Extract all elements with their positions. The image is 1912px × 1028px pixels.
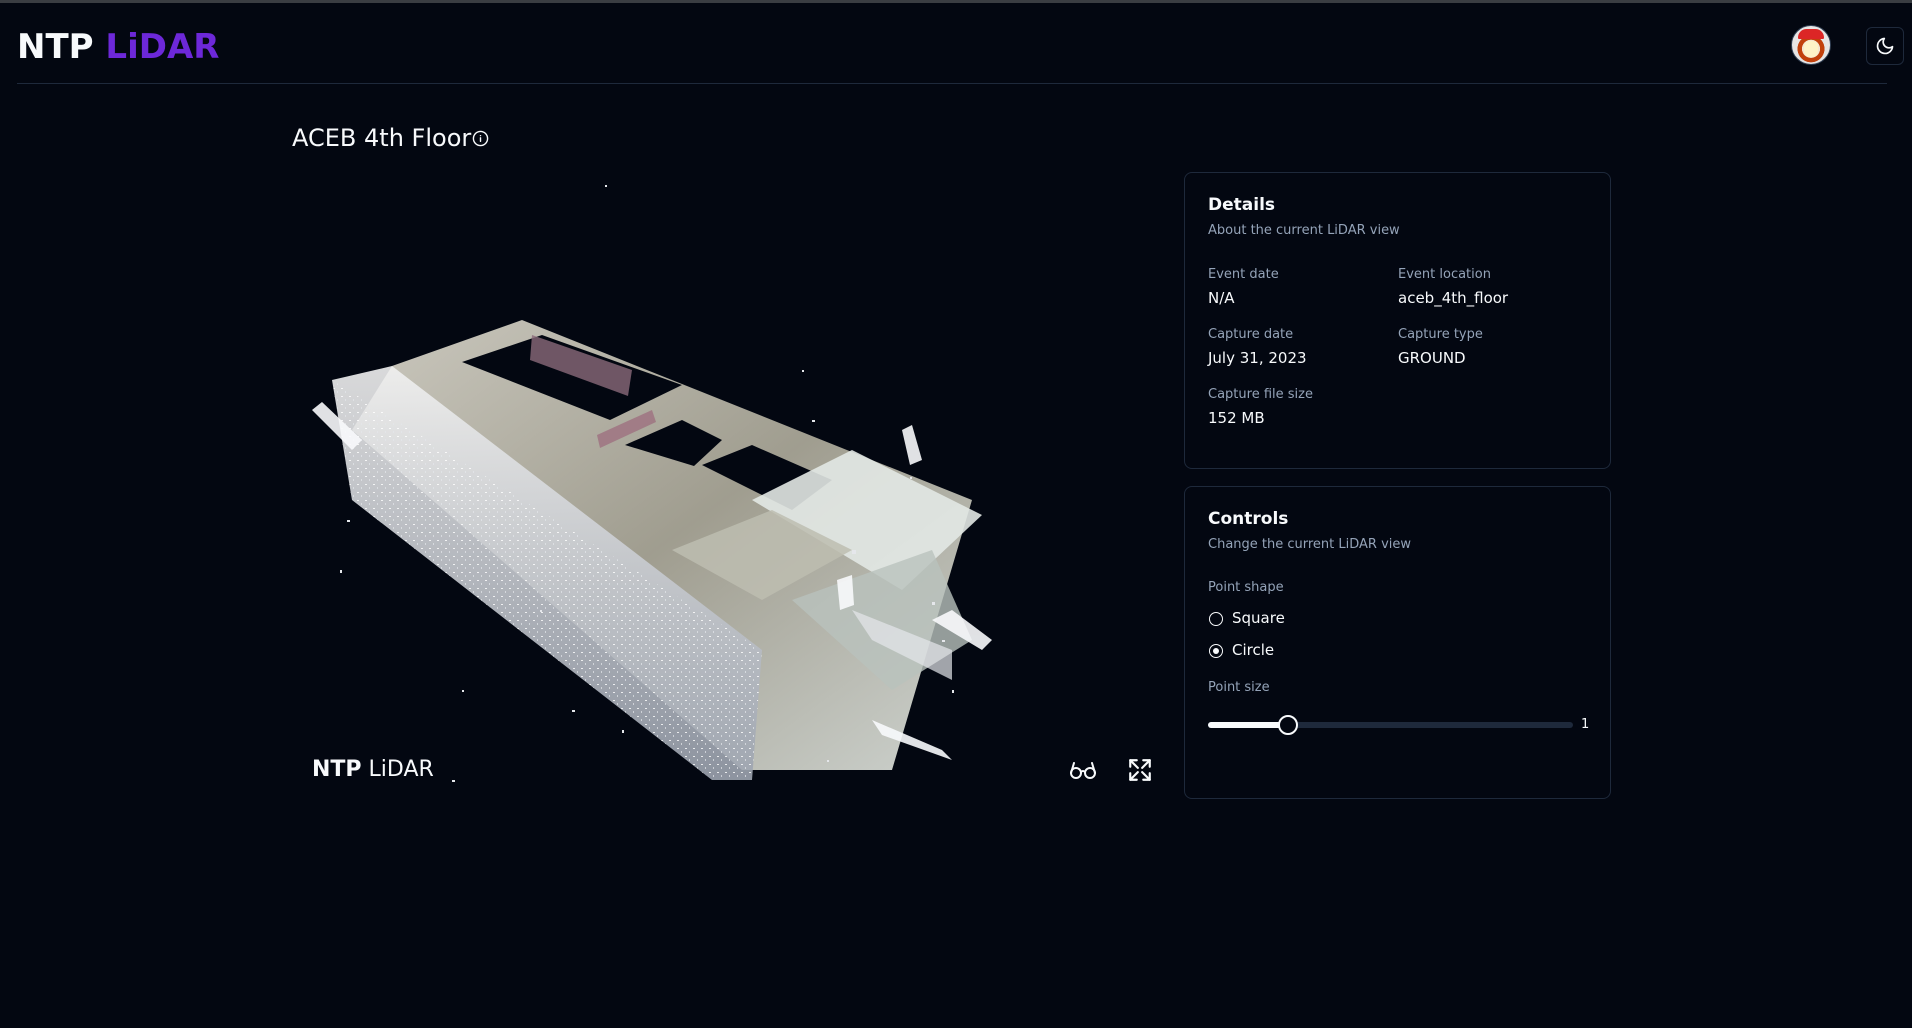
point-shape-label: Point shape [1208, 580, 1284, 595]
event-location-value: aceb_4th_floor [1398, 289, 1509, 307]
details-title: Details [1208, 195, 1276, 215]
capture-date-label: Capture date [1208, 327, 1294, 342]
capture-file-size-label: Capture file size [1208, 387, 1313, 402]
event-date-value: N/A [1208, 289, 1235, 307]
app-logo[interactable]: NTP LiDAR [17, 27, 219, 67]
viewer-watermark: NTP LiDAR [312, 757, 434, 782]
point-size-value: 1 [1581, 717, 1590, 732]
controls-card: Controls Change the current LiDAR view P… [1184, 486, 1611, 799]
logo-lidar: LiDAR [105, 27, 220, 67]
moon-icon [1876, 37, 1894, 55]
info-circle-icon[interactable] [472, 130, 489, 147]
point-size-label: Point size [1208, 680, 1270, 695]
capture-type-value: GROUND [1398, 349, 1466, 367]
expand-icon[interactable] [1127, 757, 1153, 783]
viewer-watermark-ntp: NTP [312, 757, 362, 782]
avatar[interactable] [1791, 25, 1831, 65]
capture-date-value: July 31, 2023 [1208, 349, 1307, 367]
details-subtitle: About the current LiDAR view [1208, 223, 1400, 238]
theme-toggle-button[interactable] [1866, 27, 1904, 65]
viewer-watermark-lidar: LiDAR [368, 757, 434, 782]
avatar-cap [1798, 29, 1824, 39]
point-shape-square-label[interactable]: Square [1232, 609, 1285, 627]
details-card: Details About the current LiDAR view Eve… [1184, 172, 1611, 469]
logo-ntp: NTP [17, 27, 94, 67]
event-location-label: Event location [1398, 267, 1491, 282]
lidar-viewer-canvas[interactable] [292, 170, 1172, 800]
event-date-label: Event date [1208, 267, 1279, 282]
point-size-slider-fill [1208, 722, 1289, 728]
point-size-slider-thumb[interactable] [1278, 715, 1299, 735]
controls-title: Controls [1208, 509, 1289, 529]
app-header: NTP LiDAR [17, 3, 1904, 84]
glasses-icon[interactable] [1068, 759, 1098, 781]
point-cloud-render [312, 185, 992, 782]
capture-type-label: Capture type [1398, 327, 1483, 342]
point-shape-circle-radio[interactable] [1209, 644, 1223, 658]
controls-subtitle: Change the current LiDAR view [1208, 537, 1412, 552]
capture-file-size-value: 152 MB [1208, 409, 1265, 427]
avatar-face [1804, 41, 1818, 57]
point-shape-square-radio[interactable] [1209, 612, 1223, 626]
page-title: ACEB 4th Floor [292, 124, 472, 152]
point-shape-circle-label[interactable]: Circle [1232, 641, 1274, 659]
point-size-slider[interactable] [1208, 715, 1573, 735]
